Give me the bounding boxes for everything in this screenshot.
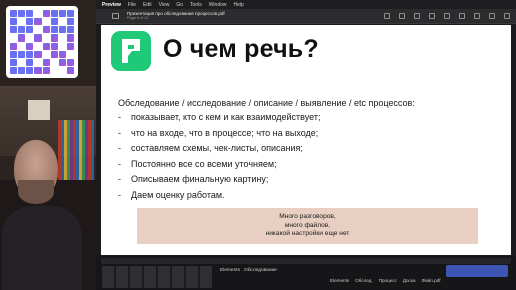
webcam-overlay (0, 0, 96, 290)
toolbar (384, 13, 510, 19)
document-titles: Презентация про обследование процессов.p… (127, 11, 225, 21)
brand-logo (111, 31, 151, 71)
bottom-item[interactable]: Elements (330, 278, 349, 283)
callout-line: никакой настройки еще нет (265, 230, 350, 238)
menu-file[interactable]: File (128, 2, 136, 8)
bullet-text: показывает, кто с кем и как взаимодейств… (131, 112, 321, 122)
bullet-text: Описываем финальную картину; (131, 174, 269, 184)
menu-go[interactable]: Go (176, 2, 183, 8)
callout-box: Много разговоров, много файлов, никакой … (137, 208, 478, 244)
tab-survey[interactable]: Обследование (244, 268, 277, 273)
document-page-info: Page 5 of 12 (127, 16, 149, 20)
bullet-text: Даем оценку работам. (131, 189, 225, 200)
active-indicator[interactable] (446, 265, 508, 277)
menu-edit[interactable]: Edit (143, 2, 152, 8)
screen: Preview File Edit View Go Tools Window H… (0, 0, 516, 290)
slide-intro: Обследование / исследование / описание /… (118, 98, 415, 108)
bullet-marker: - (118, 112, 121, 122)
list-item: - Постоянно все со всеми уточняем; (118, 159, 321, 175)
info-icon[interactable] (384, 13, 390, 19)
thumbnail-strip[interactable] (102, 266, 212, 288)
highlight-icon[interactable] (444, 13, 450, 19)
menu-bar: Preview File Edit View Go Tools Window H… (96, 0, 516, 9)
sidebar-toggle-icon[interactable] (112, 13, 119, 19)
bottom-item[interactable]: Обслед. (355, 278, 373, 283)
zoom-in-icon[interactable] (414, 13, 420, 19)
list-item: - Даем оценку работам. (118, 190, 321, 206)
qr-code (6, 6, 78, 78)
search-icon[interactable] (504, 13, 510, 19)
markup-icon[interactable] (474, 13, 480, 19)
list-item: - что на входе, что в процессе; что на вы… (118, 128, 321, 144)
callout-line: много файлов, (284, 221, 331, 229)
bottom-item[interactable]: Доска (403, 278, 416, 283)
webcam-shelf (58, 120, 94, 180)
tab-elements[interactable]: Elements (220, 268, 240, 273)
flag-icon (122, 39, 140, 63)
presenter-body (2, 206, 82, 290)
slide-page: О чем речь? Обследование / исследование … (101, 25, 511, 255)
webcam-poster (28, 100, 50, 120)
form-icon[interactable] (489, 13, 495, 19)
bullet-marker: - (118, 189, 121, 200)
menu-app-name[interactable]: Preview (102, 2, 121, 8)
bullet-marker: - (118, 127, 121, 138)
slide-heading: О чем речь? (163, 35, 319, 63)
list-item: - составляем схемы, чек-листы, описания; (118, 143, 321, 159)
rotate-icon[interactable] (459, 13, 465, 19)
menu-view[interactable]: View (159, 2, 170, 8)
bottom-item[interactable]: Файл.pdf (422, 278, 441, 283)
bullet-text: составляем схемы, чек-листы, описания; (131, 143, 303, 153)
menu-tools[interactable]: Tools (190, 2, 202, 8)
bottom-item[interactable]: Процесс (379, 278, 397, 283)
list-item: - показывает, кто с кем и как взаимодейст… (118, 112, 321, 128)
bottom-right-items: Elements Обслед. Процесс Доска Файл.pdf (330, 278, 441, 283)
share-icon[interactable] (429, 13, 435, 19)
bullet-marker: - (118, 174, 121, 184)
bottom-tabs: Elements Обследование (220, 268, 277, 273)
bullet-text: что на входе, что в процессе; что на вых… (131, 127, 319, 138)
bottom-strip (101, 258, 511, 264)
bullet-list: - показывает, кто с кем и как взаимодейст… (118, 112, 321, 205)
callout-line: Много разговоров, (279, 213, 336, 220)
bullet-marker: - (118, 143, 121, 153)
window-title-bar: Презентация про обследование процессов.p… (96, 9, 516, 24)
bullet-marker: - (118, 158, 121, 169)
zoom-out-icon[interactable] (399, 13, 405, 19)
qr-code-grid (10, 10, 74, 74)
bullet-text: Постоянно все со всеми уточняем; (131, 158, 277, 169)
menu-help[interactable]: Help (234, 2, 244, 8)
list-item: - Описываем финальную картину; (118, 174, 321, 190)
menu-window[interactable]: Window (209, 2, 227, 8)
presenter-beard (18, 180, 54, 204)
